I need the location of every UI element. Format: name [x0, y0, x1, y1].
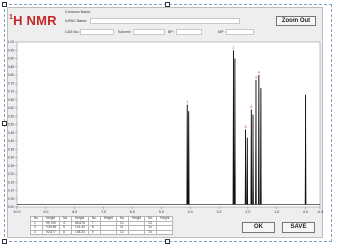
- peak-label: 2: [232, 46, 234, 50]
- peak-table-cell: [156, 229, 174, 236]
- peak-label: 5: [245, 125, 247, 129]
- peak-table-cell: 92.877: [41, 229, 61, 236]
- y-tick-label: 0.60: [8, 106, 14, 110]
- y-tick-label: 0.30: [8, 156, 14, 160]
- y-tick-label: 0.70: [8, 90, 14, 94]
- peak-table-cell: 108.33: [71, 229, 89, 236]
- y-tick-label: 0.50: [8, 123, 14, 127]
- y-tick-label: 0.95: [8, 48, 14, 52]
- save-button[interactable]: SAVE: [282, 222, 315, 233]
- x-tick-label: 9.0: [43, 210, 48, 214]
- peak-table-row: 3 92.877 6 108.33 9 12 15: [30, 229, 174, 236]
- x-tick-label: -0.5: [317, 210, 323, 214]
- peak-table-cell: 15: [144, 229, 158, 236]
- x-tick-label: 5.0: [159, 210, 164, 214]
- y-tick-label: 0.15: [8, 180, 14, 184]
- nmr-spectrum-chart: 10.0 9.0 8.0 7.0 6.0 5.0 4.0 3.0 2.0 1.0 0.0 -0.5 1.…: [8, 40, 323, 214]
- y-tick-label: 0.10: [8, 189, 14, 193]
- x-tick-label: 3.0: [217, 210, 222, 214]
- y-tick-label: 0.65: [8, 98, 14, 102]
- x-tick-label: 0.0: [303, 210, 308, 214]
- y-tick-label: 0.00: [8, 205, 14, 209]
- y-tick-label: 1.00: [8, 40, 14, 44]
- y-tick-label: 0.40: [8, 139, 14, 143]
- y-tick-label: 0.80: [8, 73, 14, 77]
- y-tick-label: 0.25: [8, 164, 14, 168]
- peak-table-cell: [99, 229, 117, 236]
- x-tick-label: 8.0: [72, 210, 77, 214]
- peak-table-cell: 3: [30, 229, 43, 236]
- peak-table-cell: 6: [59, 229, 73, 236]
- peak-table: No. Height No. Height No. Height No. Height No. H…: [30, 216, 174, 236]
- plot-area: [16, 41, 321, 208]
- peak-label: 1: [186, 100, 188, 104]
- peak-label: 3: [255, 75, 257, 79]
- ok-button[interactable]: OK: [242, 222, 275, 233]
- peak-table-cell: 9: [87, 229, 101, 236]
- peak-table-cell: 12: [115, 229, 129, 236]
- y-tick-label: 0.20: [8, 172, 14, 176]
- x-tick-label: 4.0: [188, 210, 193, 214]
- y-tick-label: 0.45: [8, 131, 14, 135]
- y-tick-label: 0.35: [8, 147, 14, 151]
- y-tick-label: 0.55: [8, 114, 14, 118]
- y-tick-label: 0.05: [8, 197, 14, 201]
- peak-label: 6: [250, 105, 252, 109]
- x-tick-label: 1.0: [274, 210, 279, 214]
- x-tick-label: 10.0: [14, 210, 21, 214]
- y-tick-label: 0.85: [8, 65, 14, 69]
- x-tick-label: 7.0: [101, 210, 106, 214]
- peak-label: 4: [258, 71, 260, 75]
- x-tick-label: 6.0: [130, 210, 135, 214]
- y-tick-label: 0.90: [8, 57, 14, 61]
- peak-table-cell: [127, 229, 146, 236]
- x-tick-label: 2.0: [245, 210, 250, 214]
- y-tick-label: 0.75: [8, 81, 14, 85]
